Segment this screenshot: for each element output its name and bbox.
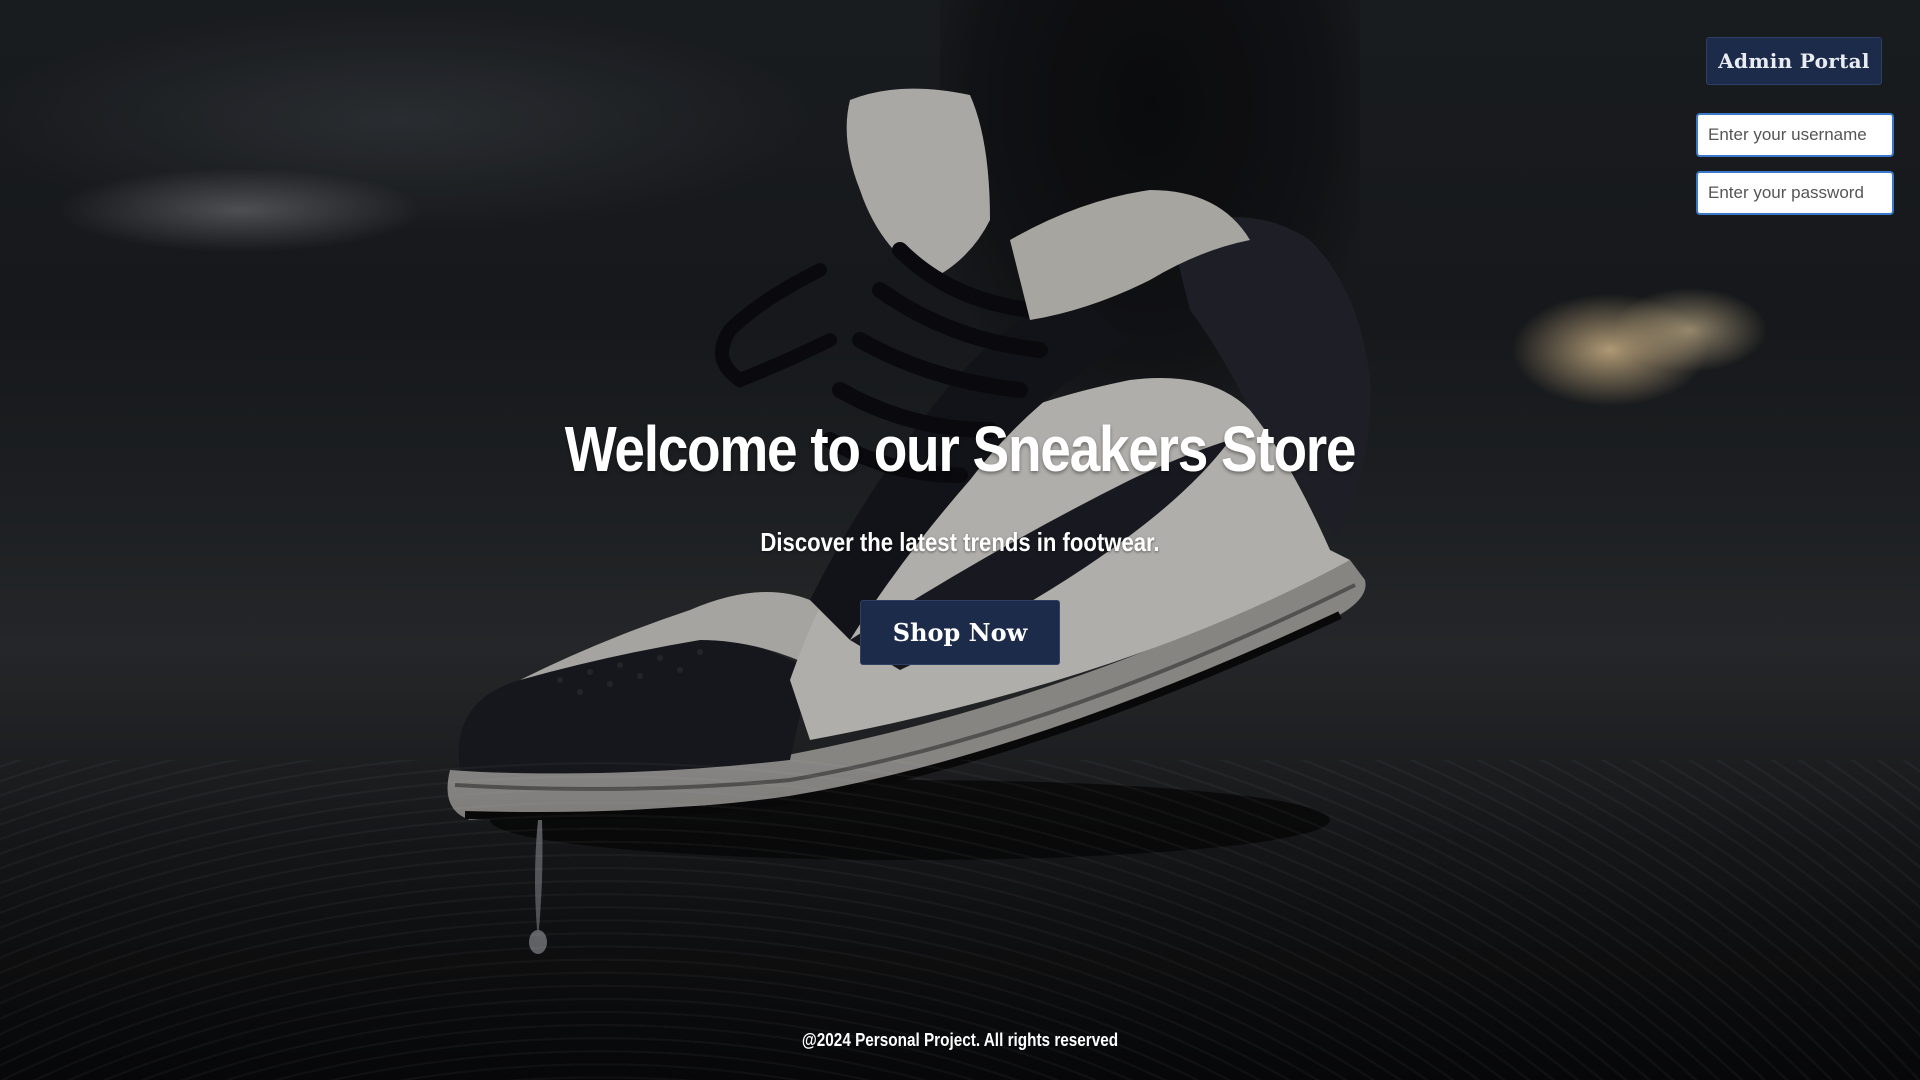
shop-now-button[interactable]: Shop Now [860,600,1060,665]
admin-portal-button[interactable]: Admin Portal [1706,37,1882,85]
hero-title: Welcome to our Sneakers Store [564,413,1357,485]
footer-copyright: @2024 Personal Project. All rights reser… [801,1030,1119,1050]
hero-subtitle: Discover the latest trends in footwear. [760,527,1160,557]
password-input[interactable] [1696,171,1894,215]
username-input[interactable] [1696,113,1894,157]
landing-page: Admin Portal Welcome to our Sneakers Sto… [0,0,1920,1080]
